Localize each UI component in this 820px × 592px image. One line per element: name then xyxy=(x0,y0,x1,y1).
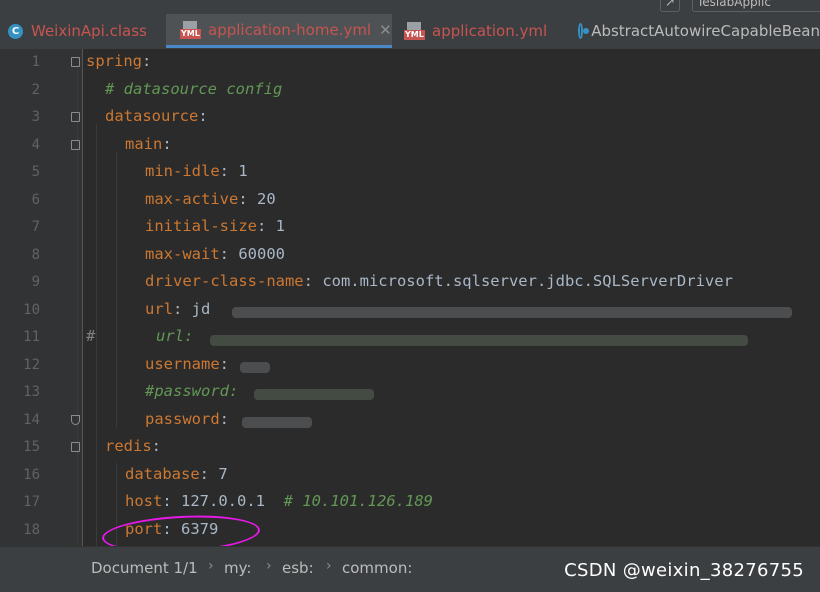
code-line-6: max-active: 20 xyxy=(145,190,276,208)
line-number: 8 xyxy=(31,246,40,263)
code-line-12: username: xyxy=(145,355,229,373)
close-icon[interactable]: ✕ xyxy=(379,21,392,39)
indent-guide xyxy=(116,152,117,427)
editor-tab-bar: ↗ TeslabApplic C WeixinApi.class YML app… xyxy=(0,0,820,50)
run-config-label: TeslabApplic xyxy=(697,0,771,9)
indent-guide xyxy=(96,124,97,546)
breadcrumb-esb[interactable]: esb: xyxy=(282,559,314,577)
fold-marker-icon[interactable] xyxy=(71,442,80,452)
class-icon: C xyxy=(8,23,23,39)
tab-label: application.yml xyxy=(432,22,548,40)
line-number: 13 xyxy=(23,384,40,400)
code-line-2: # datasource config xyxy=(105,80,283,98)
line-number: 16 xyxy=(23,466,40,483)
code-line-3: datasource: xyxy=(105,107,208,125)
code-line-17: host: 127.0.0.1 # 10.101.126.189 xyxy=(125,492,433,510)
git-branch-icon[interactable]: ↗ xyxy=(660,0,681,12)
breadcrumb-common[interactable]: common: xyxy=(342,559,412,577)
line-number: 12 xyxy=(23,356,40,373)
watermark: CSDN @weixin_38276755 xyxy=(564,560,804,581)
line-number: 17 xyxy=(23,494,40,510)
fold-marker-icon[interactable] xyxy=(71,57,80,67)
code-line-15: redis: xyxy=(105,437,162,455)
breadcrumb-document[interactable]: Document 1/1 xyxy=(91,559,198,577)
annotation-circle xyxy=(101,511,261,546)
line-number: 9 xyxy=(31,274,40,290)
tab-bar-top-strip: ↗ TeslabApplic xyxy=(0,0,820,12)
line-number: 1 xyxy=(31,54,40,70)
breadcrumb-my[interactable]: my: xyxy=(224,559,251,577)
code-line-16: database: 7 xyxy=(125,465,228,483)
tab-application-yml[interactable]: YML application.yml xyxy=(392,14,570,48)
line-number: 2 xyxy=(31,81,40,98)
line-number: 11 xyxy=(23,329,40,345)
redacted-url xyxy=(232,307,792,318)
breadcrumb-bar: Document 1/1 › my: › esb: › common: CSDN… xyxy=(0,546,820,592)
code-line-14: password: xyxy=(145,410,229,428)
code-line-11-content: url: xyxy=(156,327,194,345)
line-number: 6 xyxy=(31,191,40,208)
code-line-13: #password: xyxy=(145,382,239,400)
yml-file-icon: YML xyxy=(404,22,426,40)
code-line-4: main: xyxy=(125,135,172,153)
redacted-commented-password xyxy=(254,389,374,400)
code-editor[interactable]: 1 2 3 4 5 6 7 8 9 10 11 12 13 14 15 16 17 18 spring: # da… xyxy=(0,49,820,546)
gutter-divider xyxy=(82,49,83,546)
tab-weixinapi-class[interactable]: C WeixinApi.class xyxy=(0,14,166,48)
tab-application-home-yml[interactable]: YML application-home.yml ✕ xyxy=(166,14,392,48)
line-number: 10 xyxy=(23,301,40,318)
line-number: 15 xyxy=(23,439,40,455)
code-line-8: max-wait: 60000 xyxy=(145,245,285,263)
redacted-password xyxy=(242,417,312,428)
tab-abstractautowirecapablebean[interactable]: AbstractAutowireCapableBean xyxy=(570,14,820,48)
chevron-right-icon: › xyxy=(208,558,214,574)
fold-marker-icon[interactable] xyxy=(71,140,80,150)
abstract-class-icon xyxy=(578,23,590,39)
chevron-right-icon: › xyxy=(266,558,272,574)
line-number: 5 xyxy=(31,164,40,180)
tab-label: application-home.yml xyxy=(208,20,372,39)
code-line-7: initial-size: 1 xyxy=(145,217,285,235)
yml-file-icon: YML xyxy=(180,20,202,39)
code-line-1: spring: xyxy=(86,52,152,70)
line-number: 7 xyxy=(31,219,40,235)
line-number: 4 xyxy=(31,136,40,153)
line-number: 18 xyxy=(23,521,40,538)
redacted-username xyxy=(240,362,270,373)
code-line-5: min-idle: 1 xyxy=(145,162,248,180)
chevron-right-icon: › xyxy=(326,558,332,574)
code-line-10: url: jd xyxy=(145,300,211,318)
fold-marker-icon[interactable] xyxy=(71,112,80,122)
line-number: 14 xyxy=(23,411,40,428)
tab-label: AbstractAutowireCapableBean xyxy=(591,22,820,40)
run-config-selector[interactable]: TeslabApplic xyxy=(692,0,820,12)
line-number: 3 xyxy=(31,109,40,125)
code-line-9: driver-class-name: com.microsoft.sqlserv… xyxy=(145,272,733,290)
code-line-11: # xyxy=(86,327,96,345)
fold-end-marker-icon[interactable] xyxy=(71,415,80,425)
redacted-commented-url xyxy=(210,335,748,346)
tab-label: WeixinApi.class xyxy=(31,22,147,40)
